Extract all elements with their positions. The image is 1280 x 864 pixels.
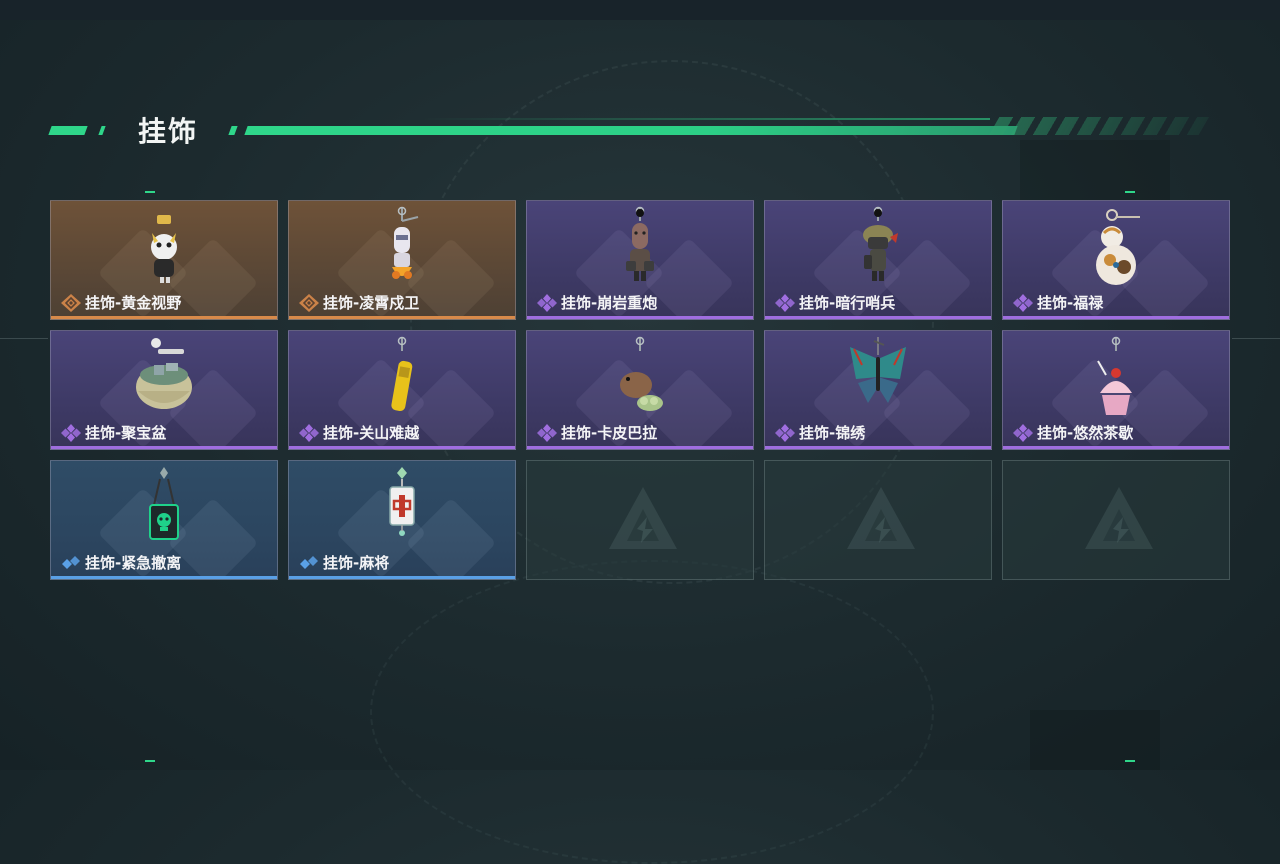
header-thin-line <box>420 118 990 120</box>
corner-tick <box>145 760 155 762</box>
pendant-rock-cannon-icon <box>600 205 680 291</box>
rarity-bar <box>289 446 515 449</box>
purple-rarity-icon <box>775 293 795 312</box>
purple-rarity-icon <box>1013 423 1033 442</box>
pendant-name: 挂饰-凌霄戍卫 <box>323 294 420 312</box>
purple-rarity-icon <box>1013 293 1033 312</box>
left-divider-line <box>0 338 48 339</box>
orange-rarity-icon <box>299 293 319 312</box>
purple-rarity-icon <box>537 423 557 442</box>
purple-rarity-icon <box>61 423 81 442</box>
background-shape <box>1020 140 1170 200</box>
purple-rarity-icon <box>775 423 795 442</box>
empty-slot-logo-icon <box>607 483 679 555</box>
rarity-bar <box>289 316 515 319</box>
header-dash <box>228 126 238 135</box>
pendant-card[interactable]: 挂饰-卡皮巴拉 <box>526 330 754 450</box>
pendant-name: 挂饰-聚宝盆 <box>85 424 167 442</box>
pendant-label: 挂饰-关山难越 <box>299 422 419 443</box>
pendant-card[interactable]: 挂饰-聚宝盆 <box>50 330 278 450</box>
pendant-cupcake-icon <box>1076 335 1156 421</box>
empty-slot-logo-icon <box>1083 483 1155 555</box>
rarity-bar <box>527 446 753 449</box>
right-divider-line <box>1232 338 1280 339</box>
pendant-label: 挂饰-福禄 <box>1013 292 1103 313</box>
pendant-name: 挂饰-黄金视野 <box>85 294 182 312</box>
corner-tick <box>1125 760 1135 762</box>
rarity-bar <box>527 316 753 319</box>
pendant-card[interactable]: 挂饰-关山难越 <box>288 330 516 450</box>
rarity-bar <box>765 446 991 449</box>
blue-rarity-icon <box>61 554 81 572</box>
pendant-shadow-sentry-icon <box>838 205 918 291</box>
pendant-name: 挂饰-锦绣 <box>799 424 866 442</box>
top-bar <box>0 0 1280 20</box>
pendant-card[interactable]: 挂饰-崩岩重炮 <box>526 200 754 320</box>
pendant-card[interactable]: 挂饰-凌霄戍卫 <box>288 200 516 320</box>
pendant-name: 挂饰-卡皮巴拉 <box>561 424 658 442</box>
pendant-card[interactable]: 挂饰-麻将 <box>288 460 516 580</box>
pendant-card[interactable]: 挂饰-锦绣 <box>764 330 992 450</box>
pendant-capybara-icon <box>600 335 680 421</box>
pendant-label: 挂饰-麻将 <box>299 552 389 573</box>
pendant-name: 挂饰-福禄 <box>1037 294 1104 312</box>
pendant-label: 挂饰-锦绣 <box>775 422 865 443</box>
pendant-name: 挂饰-暗行哨兵 <box>799 294 896 312</box>
header-checker-pattern <box>988 117 1210 135</box>
empty-slot <box>1002 460 1230 580</box>
rarity-bar <box>51 446 277 449</box>
section-title: 挂饰 <box>138 115 199 148</box>
background-ring-lower <box>370 560 934 864</box>
rarity-bar <box>51 576 277 579</box>
purple-rarity-icon <box>537 293 557 312</box>
pendant-card[interactable]: 挂饰-紧急撤离 <box>50 460 278 580</box>
pendant-label: 挂饰-聚宝盆 <box>61 422 166 443</box>
pendant-label: 挂饰-紧急撤离 <box>61 552 181 573</box>
rarity-bar <box>1003 446 1229 449</box>
header-dash <box>98 126 106 135</box>
pendant-yellow-tube-icon <box>362 335 442 421</box>
empty-slot <box>764 460 992 580</box>
pendant-butterfly-icon <box>838 335 918 421</box>
pendant-label: 挂饰-崩岩重炮 <box>537 292 657 313</box>
corner-tick <box>1125 191 1135 193</box>
pendant-name: 挂饰-麻将 <box>323 554 390 572</box>
pendant-label: 挂饰-凌霄戍卫 <box>299 292 419 313</box>
empty-slot-logo-icon <box>845 483 917 555</box>
pendant-lingxiao-guard-icon <box>362 205 442 291</box>
pendant-label: 挂饰-悠然茶歇 <box>1013 422 1133 443</box>
pendant-skull-box-icon <box>124 465 204 551</box>
pendant-card[interactable]: 挂饰-悠然茶歇 <box>1002 330 1230 450</box>
orange-rarity-icon <box>61 293 81 312</box>
pendant-name: 挂饰-紧急撤离 <box>85 554 182 572</box>
pendant-treasure-bowl-icon <box>124 335 204 421</box>
corner-tick <box>145 191 155 193</box>
background-shape <box>1030 710 1160 770</box>
rarity-bar <box>289 576 515 579</box>
pendant-gourd-icon <box>1076 205 1156 291</box>
pendant-card[interactable]: 挂饰-黄金视野 <box>50 200 278 320</box>
pendant-golden-vision-icon <box>124 205 204 291</box>
pendant-mahjong-icon <box>362 465 442 551</box>
rarity-bar <box>765 316 991 319</box>
rarity-bar <box>1003 316 1229 319</box>
pendant-name: 挂饰-悠然茶歇 <box>1037 424 1134 442</box>
header-dash <box>48 126 88 135</box>
pendant-name: 挂饰-关山难越 <box>323 424 420 442</box>
header-bar <box>244 126 1018 135</box>
rarity-bar <box>51 316 277 319</box>
purple-rarity-icon <box>299 423 319 442</box>
pendant-card[interactable]: 挂饰-福禄 <box>1002 200 1230 320</box>
pendant-label: 挂饰-黄金视野 <box>61 292 181 313</box>
pendant-grid: 挂饰-黄金视野 挂饰-凌霄戍卫 挂饰-崩岩重炮 挂饰-暗行哨兵 挂饰-福禄 挂饰… <box>50 200 1230 580</box>
pendant-card[interactable]: 挂饰-暗行哨兵 <box>764 200 992 320</box>
pendant-label: 挂饰-卡皮巴拉 <box>537 422 657 443</box>
pendant-label: 挂饰-暗行哨兵 <box>775 292 895 313</box>
blue-rarity-icon <box>299 554 319 572</box>
pendant-name: 挂饰-崩岩重炮 <box>561 294 658 312</box>
empty-slot <box>526 460 754 580</box>
